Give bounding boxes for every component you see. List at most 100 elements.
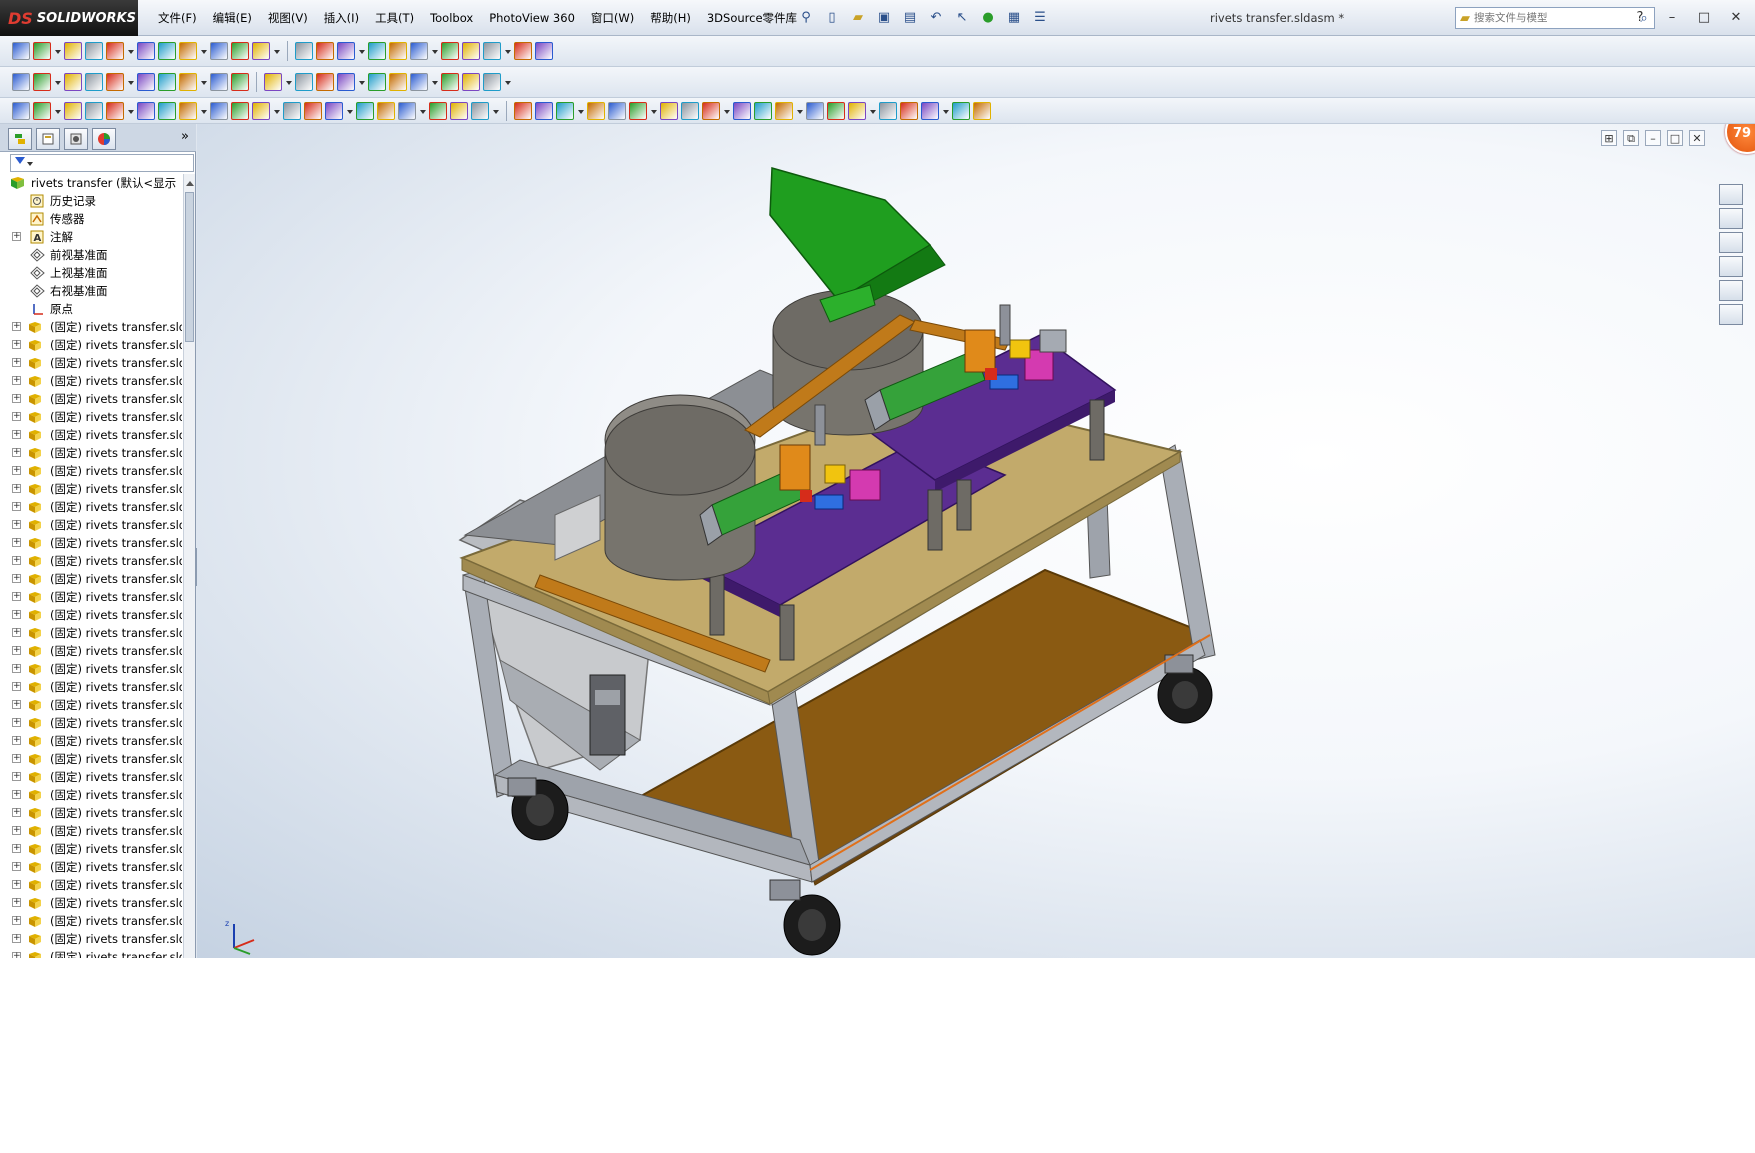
dropdown-caret-icon[interactable] — [200, 102, 207, 120]
expand-icon[interactable]: + — [12, 322, 21, 331]
minimize-window-button[interactable]: – — [1659, 6, 1685, 28]
toolbar-tool-icon[interactable] — [85, 42, 103, 60]
restore-icon[interactable]: ⧉ — [1623, 130, 1639, 146]
expand-icon[interactable]: + — [12, 754, 21, 763]
expand-icon[interactable]: + — [12, 376, 21, 385]
tree-item[interactable]: 上视基准面 — [0, 264, 182, 282]
toolbar-tool-icon[interactable] — [12, 102, 30, 120]
menu-edit[interactable]: 编辑(E) — [205, 7, 260, 29]
expand-icon[interactable]: + — [12, 916, 21, 925]
toolbar-tool-icon[interactable] — [106, 102, 124, 120]
expand-icon[interactable]: + — [12, 394, 21, 403]
toolbar-tool-icon[interactable] — [264, 73, 282, 91]
tree-component-row[interactable]: + (固定) rivets transfer.sldasm — [0, 876, 182, 894]
toolbar-tool-icon[interactable] — [210, 73, 228, 91]
expand-icon[interactable]: + — [12, 358, 21, 367]
dropdown-caret-icon[interactable] — [358, 42, 365, 60]
tree-component-row[interactable]: + (固定) rivets transfer.sldasm — [0, 534, 182, 552]
dropdown-caret-icon[interactable] — [200, 42, 207, 60]
expand-icon[interactable]: + — [12, 808, 21, 817]
dropdown-caret-icon[interactable] — [504, 42, 511, 60]
dropdown-caret-icon[interactable] — [273, 102, 280, 120]
dropdown-caret-icon[interactable] — [54, 42, 61, 60]
menu-toolbox[interactable]: Toolbox — [422, 7, 481, 29]
tree-component-row[interactable]: + (固定) rivets transfer.sldasm — [0, 858, 182, 876]
dropdown-caret-icon[interactable] — [942, 102, 949, 120]
appearances-icon[interactable] — [1719, 280, 1743, 301]
toolbar-tool-icon[interactable] — [252, 102, 270, 120]
toolbar-tool-icon[interactable] — [210, 42, 228, 60]
tree-item[interactable]: 前视基准面 — [0, 246, 182, 264]
toolbar-tool-icon[interactable] — [429, 102, 447, 120]
expand-icon[interactable]: + — [12, 556, 21, 565]
toolbar-tool-icon[interactable] — [231, 102, 249, 120]
expand-icon[interactable]: + — [12, 772, 21, 781]
save-icon[interactable]: ▣ — [873, 6, 895, 28]
tree-component-row[interactable]: + (固定) rivets transfer.sldasm — [0, 426, 182, 444]
tree-component-row[interactable]: + (固定) rivets transfer.sldasm — [0, 768, 182, 786]
close-icon[interactable]: ✕ — [1689, 130, 1705, 146]
toolbar-tool-icon[interactable] — [483, 73, 501, 91]
expand-icon[interactable]: + — [12, 934, 21, 943]
maximize-icon[interactable]: □ — [1667, 130, 1683, 146]
dropdown-caret-icon[interactable] — [127, 42, 134, 60]
toolbar-tool-icon[interactable] — [587, 102, 605, 120]
toolbar-tool-icon[interactable] — [64, 42, 82, 60]
toolbar-tool-icon[interactable] — [158, 102, 176, 120]
dropdown-caret-icon[interactable] — [796, 102, 803, 120]
toolbar-tool-icon[interactable] — [660, 102, 678, 120]
expand-icon[interactable]: + — [12, 430, 21, 439]
new-document-icon[interactable]: ▯ — [821, 6, 843, 28]
toolbar-tool-icon[interactable] — [535, 102, 553, 120]
toolbar-tool-icon[interactable] — [179, 73, 197, 91]
expand-icon[interactable]: + — [12, 862, 21, 871]
tree-component-row[interactable]: + (固定) rivets transfer.sldasm — [0, 642, 182, 660]
expand-icon[interactable]: + — [12, 646, 21, 655]
toolbar-tool-icon[interactable] — [900, 102, 918, 120]
toolbar-tool-icon[interactable] — [137, 42, 155, 60]
menu-window[interactable]: 窗口(W) — [583, 7, 642, 29]
close-window-button[interactable]: ✕ — [1723, 6, 1749, 28]
toolbar-tool-icon[interactable] — [398, 102, 416, 120]
tree-item[interactable]: 历史记录 — [0, 192, 182, 210]
toolbar-tool-icon[interactable] — [410, 73, 428, 91]
toolbar-tool-icon[interactable] — [106, 42, 124, 60]
toolbar-tool-icon[interactable] — [368, 42, 386, 60]
tile-icon[interactable]: ⊞ — [1601, 130, 1617, 146]
toolbar-tool-icon[interactable] — [33, 102, 51, 120]
scroll-up-icon[interactable] — [186, 177, 194, 186]
rivet-transfer-assembly-model[interactable] — [197, 124, 1755, 958]
toolbar-tool-icon[interactable] — [608, 102, 626, 120]
toolbar-tool-icon[interactable] — [295, 42, 313, 60]
tree-item[interactable]: + A 注解 — [0, 228, 182, 246]
dropdown-caret-icon[interactable] — [419, 102, 426, 120]
tree-component-row[interactable]: + (固定) rivets transfer.sldasm — [0, 336, 182, 354]
toolbar-tool-icon[interactable] — [304, 102, 322, 120]
minimize-icon[interactable]: – — [1645, 130, 1661, 146]
dropdown-caret-icon[interactable] — [431, 42, 438, 60]
toolbar-tool-icon[interactable] — [137, 102, 155, 120]
expand-icon[interactable]: + — [12, 502, 21, 511]
toolbar-tool-icon[interactable] — [33, 73, 51, 91]
toolbar-tool-icon[interactable] — [471, 102, 489, 120]
expand-icon[interactable]: + — [12, 520, 21, 529]
tree-component-row[interactable]: + (固定) rivets transfer.sldasm — [0, 372, 182, 390]
tree-component-row[interactable]: + (固定) rivets transfer.sldasm — [0, 786, 182, 804]
options-icon[interactable]: ☰ — [1029, 6, 1051, 28]
tree-component-row[interactable]: + (固定) rivets transfer.sldasm — [0, 408, 182, 426]
dropdown-caret-icon[interactable] — [285, 73, 292, 91]
tree-component-row[interactable]: + (固定) rivets transfer.sldasm — [0, 660, 182, 678]
tree-component-row[interactable]: + (固定) rivets transfer.sldasm — [0, 444, 182, 462]
expand-icon[interactable]: + — [12, 448, 21, 457]
expand-icon[interactable]: + — [12, 574, 21, 583]
tree-component-row[interactable]: + (固定) rivets transfer.sldasm — [0, 732, 182, 750]
expand-panel-icon[interactable]: » — [178, 128, 192, 146]
custom-properties-icon[interactable] — [1719, 304, 1743, 325]
file-properties-icon[interactable]: ▦ — [1003, 6, 1025, 28]
toolbar-tool-icon[interactable] — [252, 42, 270, 60]
tree-component-row[interactable]: + (固定) rivets transfer.sldasm — [0, 894, 182, 912]
dropdown-caret-icon[interactable] — [492, 102, 499, 120]
tree-component-row[interactable]: + (固定) rivets transfer.sldasm — [0, 624, 182, 642]
toolbar-tool-icon[interactable] — [681, 102, 699, 120]
tree-scrollbar[interactable] — [183, 174, 195, 958]
